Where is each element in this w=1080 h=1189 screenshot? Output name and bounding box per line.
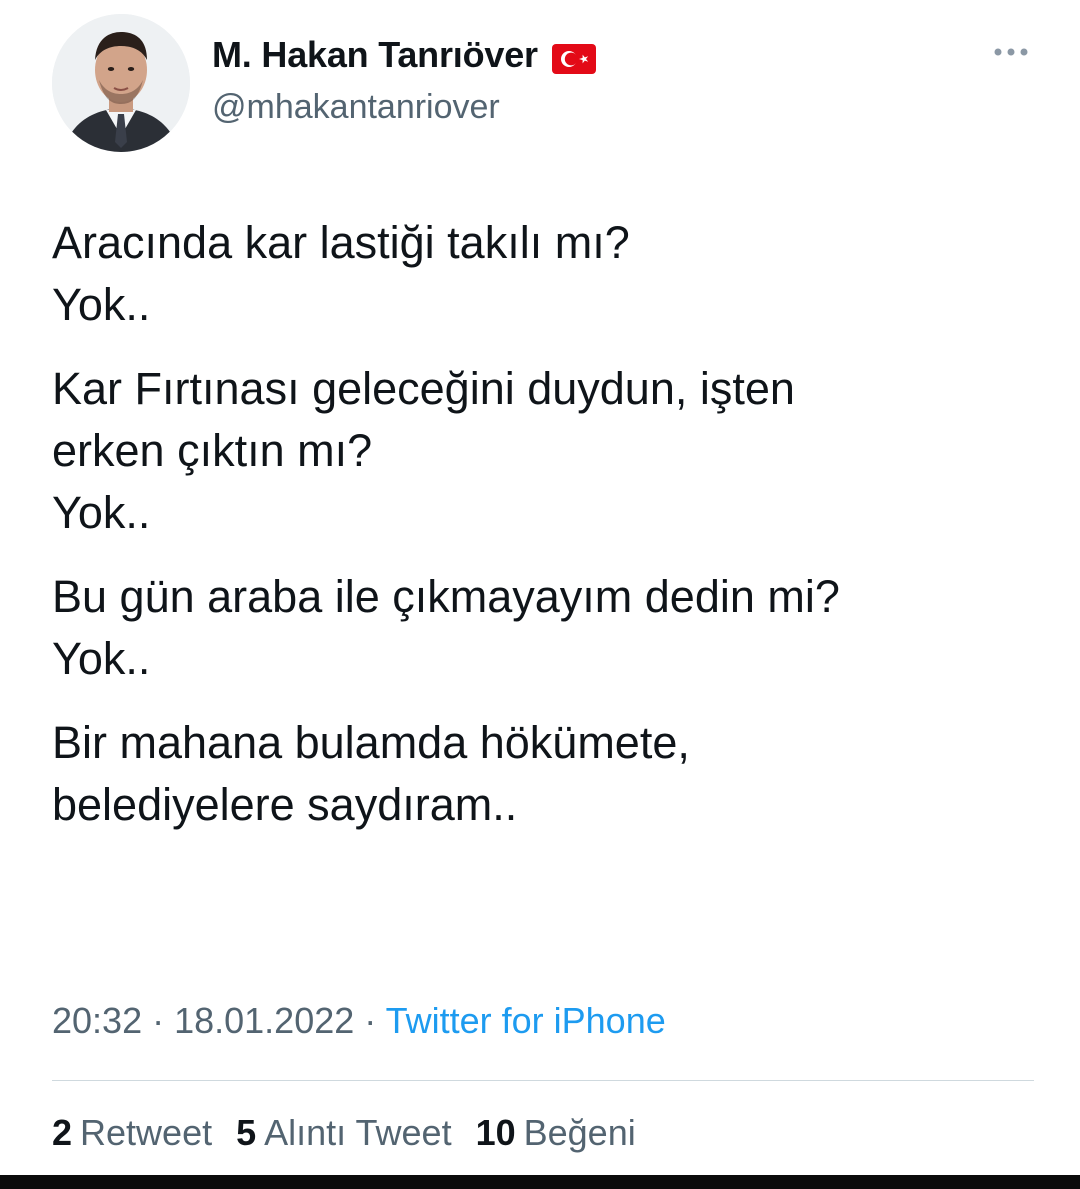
likes-count: 10 xyxy=(475,1112,516,1153)
divider xyxy=(52,1080,1034,1081)
tweet-meta: 20:32 · 18.01.2022 · Twitter for iPhone xyxy=(52,1000,666,1042)
quote-tweets-label: Alıntı Tweet xyxy=(264,1112,452,1153)
author-name[interactable]: M. Hakan Tanrıöver xyxy=(212,34,538,76)
tweet-line: Aracında kar lastiği takılı mı? xyxy=(52,217,630,268)
tweet-date[interactable]: 18.01.2022 xyxy=(174,1000,354,1041)
tweet-text: Aracında kar lastiği takılı mı? Yok.. Ka… xyxy=(52,212,1052,858)
tweet-line: Kar Fırtınası geleceğini duydun, işten xyxy=(52,363,795,414)
retweets-label: Retweet xyxy=(80,1112,213,1153)
tweet-time[interactable]: 20:32 xyxy=(52,1000,142,1041)
avatar[interactable] xyxy=(52,14,190,152)
quote-tweets-count: 5 xyxy=(236,1112,257,1153)
tweet-line: Bu gün araba ile çıkmayayım dedin mi? xyxy=(52,571,840,622)
tweet-line: Bir mahana bulamda hökümete, xyxy=(52,717,690,768)
engagement-stats: 2 Retweet 5 Alıntı Tweet 10 Beğeni xyxy=(52,1112,636,1154)
tweet-paragraph: Bir mahana bulamda hökümete, belediyeler… xyxy=(52,712,1052,836)
author-name-row[interactable]: M. Hakan Tanrıöver xyxy=(212,34,596,76)
author-handle[interactable]: @mhakantanriover xyxy=(212,88,500,127)
quote-tweets-stat[interactable]: 5 Alıntı Tweet xyxy=(236,1112,451,1154)
tweet-paragraph: Aracında kar lastiği takılı mı? Yok.. xyxy=(52,212,1052,336)
meta-separator: · xyxy=(142,1000,175,1041)
turkish-flag-icon xyxy=(551,41,596,74)
tweet-paragraph: Bu gün araba ile çıkmayayım dedin mi? Yo… xyxy=(52,566,1052,690)
profile-photo xyxy=(52,14,190,152)
tweet-line: Yok.. xyxy=(52,633,151,684)
tweet-source-link[interactable]: Twitter for iPhone xyxy=(386,1000,666,1041)
tweet-paragraph: Kar Fırtınası geleceğini duydun, işten e… xyxy=(52,358,1052,544)
meta-separator: · xyxy=(354,1000,386,1041)
tweet-line: belediyelere saydıram.. xyxy=(52,779,518,830)
retweets-count: 2 xyxy=(52,1112,73,1153)
likes-label: Beğeni xyxy=(523,1112,636,1153)
bottom-edge xyxy=(0,1175,1080,1189)
likes-stat[interactable]: 10 Beğeni xyxy=(476,1112,636,1154)
more-options-icon[interactable] xyxy=(990,40,1032,64)
tweet-line: erken çıktın mı? xyxy=(52,425,373,476)
tweet-line: Yok.. xyxy=(52,487,151,538)
retweets-stat[interactable]: 2 Retweet xyxy=(52,1112,212,1154)
tweet-line: Yok.. xyxy=(52,279,151,330)
